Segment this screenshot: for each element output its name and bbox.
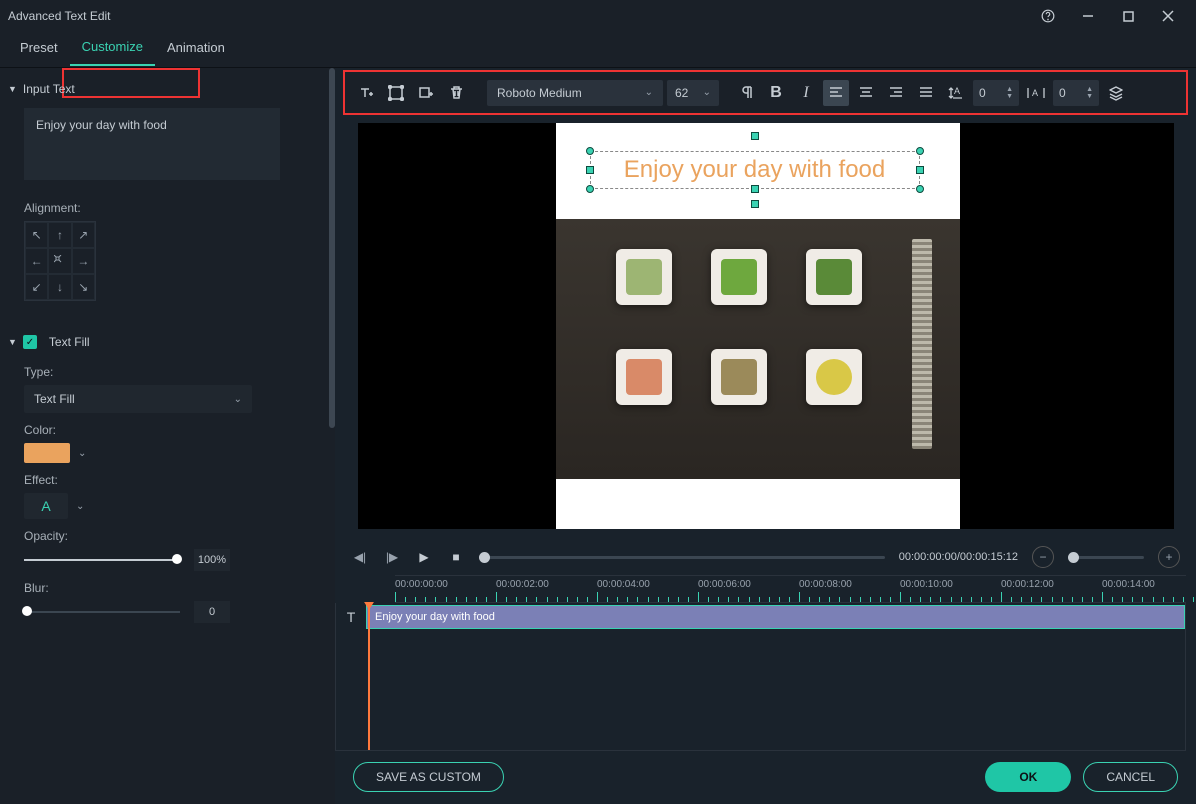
title-bar: Advanced Text Edit [0,0,1196,32]
align-left[interactable]: ← [25,248,48,274]
type-select[interactable]: Text Fill ⌄ [24,385,252,413]
effect-label: Effect: [24,473,335,487]
align-left-button[interactable] [823,80,849,106]
text-toolbar: Roboto Medium ⌄ 62 ⌄ B I A 0 ▲▼ A 0 [345,72,1186,113]
blur-value[interactable]: 0 [194,601,230,623]
preview-canvas[interactable]: Enjoy your day with food [358,123,1174,529]
chevron-down-icon: ⌄ [234,394,242,405]
line-spacing-input[interactable]: 0 ▲▼ [973,80,1019,106]
bounding-box-icon[interactable] [383,80,409,106]
delete-icon[interactable] [443,80,469,106]
bold-button[interactable]: B [763,80,789,106]
footer: SAVE AS CUSTOM OK CANCEL [335,751,1196,804]
timecode: 00:00:00:00/00:00:15:12 [899,551,1018,563]
zoom-slider[interactable] [1068,556,1144,559]
alignment-grid: ↖ ↑ ↗ ← → ↙ ↓ ↘ [24,221,96,301]
playback-bar: ◀| |▶ ▶ ■ 00:00:00:00/00:00:15:12 − + [335,539,1196,574]
maximize-icon[interactable] [1108,0,1148,32]
opacity-slider[interactable] [24,559,180,561]
cancel-button[interactable]: CANCEL [1083,762,1178,792]
font-select[interactable]: Roboto Medium ⌄ [487,80,663,106]
chevron-down-icon[interactable]: ⌄ [72,497,88,516]
char-spacing-icon[interactable]: A [1023,80,1049,106]
svg-text:A: A [954,86,960,96]
play-button[interactable]: ▶ [415,548,433,566]
align-bottom-right[interactable]: ↘ [72,274,95,300]
align-top[interactable]: ↑ [48,222,71,248]
right-panel: Roboto Medium ⌄ 62 ⌄ B I A 0 ▲▼ A 0 [335,68,1196,804]
color-label: Color: [24,423,335,437]
sidebar-scrollbar[interactable] [329,68,335,428]
align-top-left[interactable]: ↖ [25,222,48,248]
blur-label: Blur: [24,581,335,595]
tab-animation[interactable]: Animation [155,34,237,65]
effect-select[interactable]: A [24,493,68,519]
align-top-right[interactable]: ↗ [72,222,95,248]
section-text-fill[interactable]: ▼ ✓ Text Fill [8,329,335,355]
chevron-down-icon[interactable]: ⌄ [74,444,90,463]
chevron-down-icon: ⌄ [645,87,653,98]
chevron-down-icon: ⌄ [703,87,711,98]
font-size-select[interactable]: 62 ⌄ [667,80,719,106]
window-title: Advanced Text Edit [8,9,111,23]
timeline: 00:00:00:0000:00:02:0000:00:04:0000:00:0… [335,575,1196,751]
prev-frame-button[interactable]: ◀| [351,548,369,566]
tab-customize[interactable]: Customize [70,33,155,66]
layers-icon[interactable] [1103,80,1129,106]
help-icon[interactable] [1028,0,1068,32]
add-text-icon[interactable] [353,80,379,106]
color-swatch[interactable] [24,443,70,463]
align-right[interactable]: → [72,248,95,274]
playback-slider[interactable] [479,556,885,559]
text-fill-checkbox[interactable]: ✓ [23,335,37,349]
type-label: Type: [24,365,335,379]
align-bottom[interactable]: ↓ [48,274,71,300]
zoom-in-button[interactable]: + [1158,546,1180,568]
align-center-button[interactable] [853,80,879,106]
italic-button[interactable]: I [793,80,819,106]
timeline-clip[interactable]: Enjoy your day with food [366,605,1185,629]
opacity-value[interactable]: 100% [194,549,230,571]
playhead[interactable] [368,603,370,750]
align-center[interactable] [48,248,71,274]
add-shape-icon[interactable] [413,80,439,106]
tab-preset[interactable]: Preset [8,34,70,65]
mode-tabs: Preset Customize Animation [0,32,1196,68]
align-justify-button[interactable] [913,80,939,106]
char-spacing-input[interactable]: 0 ▲▼ [1053,80,1099,106]
text-track-icon: T [336,603,366,631]
sidebar: ▼ Input Text Alignment: ↖ ↑ ↗ ← → ↙ ↓ ↘ … [0,68,335,804]
line-spacing-icon[interactable]: A [943,80,969,106]
zoom-out-button[interactable]: − [1032,546,1054,568]
align-right-button[interactable] [883,80,909,106]
svg-text:A: A [1032,88,1038,98]
alignment-label: Alignment: [24,201,335,215]
collapse-icon: ▼ [8,84,17,94]
align-bottom-left[interactable]: ↙ [25,274,48,300]
text-overlay[interactable]: Enjoy your day with food [590,151,920,189]
input-text-field[interactable] [24,108,280,180]
paragraph-icon[interactable] [733,80,759,106]
ok-button[interactable]: OK [985,762,1071,792]
stop-button[interactable]: ■ [447,548,465,566]
minimize-icon[interactable] [1068,0,1108,32]
close-icon[interactable] [1148,0,1188,32]
preview-area: Enjoy your day with food [335,113,1196,539]
save-as-custom-button[interactable]: SAVE AS CUSTOM [353,762,504,792]
blur-slider[interactable] [24,611,180,613]
collapse-icon: ▼ [8,337,17,347]
opacity-label: Opacity: [24,529,335,543]
next-frame-button[interactable]: |▶ [383,548,401,566]
timeline-body: T Enjoy your day with food [335,603,1186,751]
timeline-ruler[interactable]: 00:00:00:0000:00:02:0000:00:04:0000:00:0… [395,575,1186,603]
section-input-text[interactable]: ▼ Input Text [8,76,335,102]
